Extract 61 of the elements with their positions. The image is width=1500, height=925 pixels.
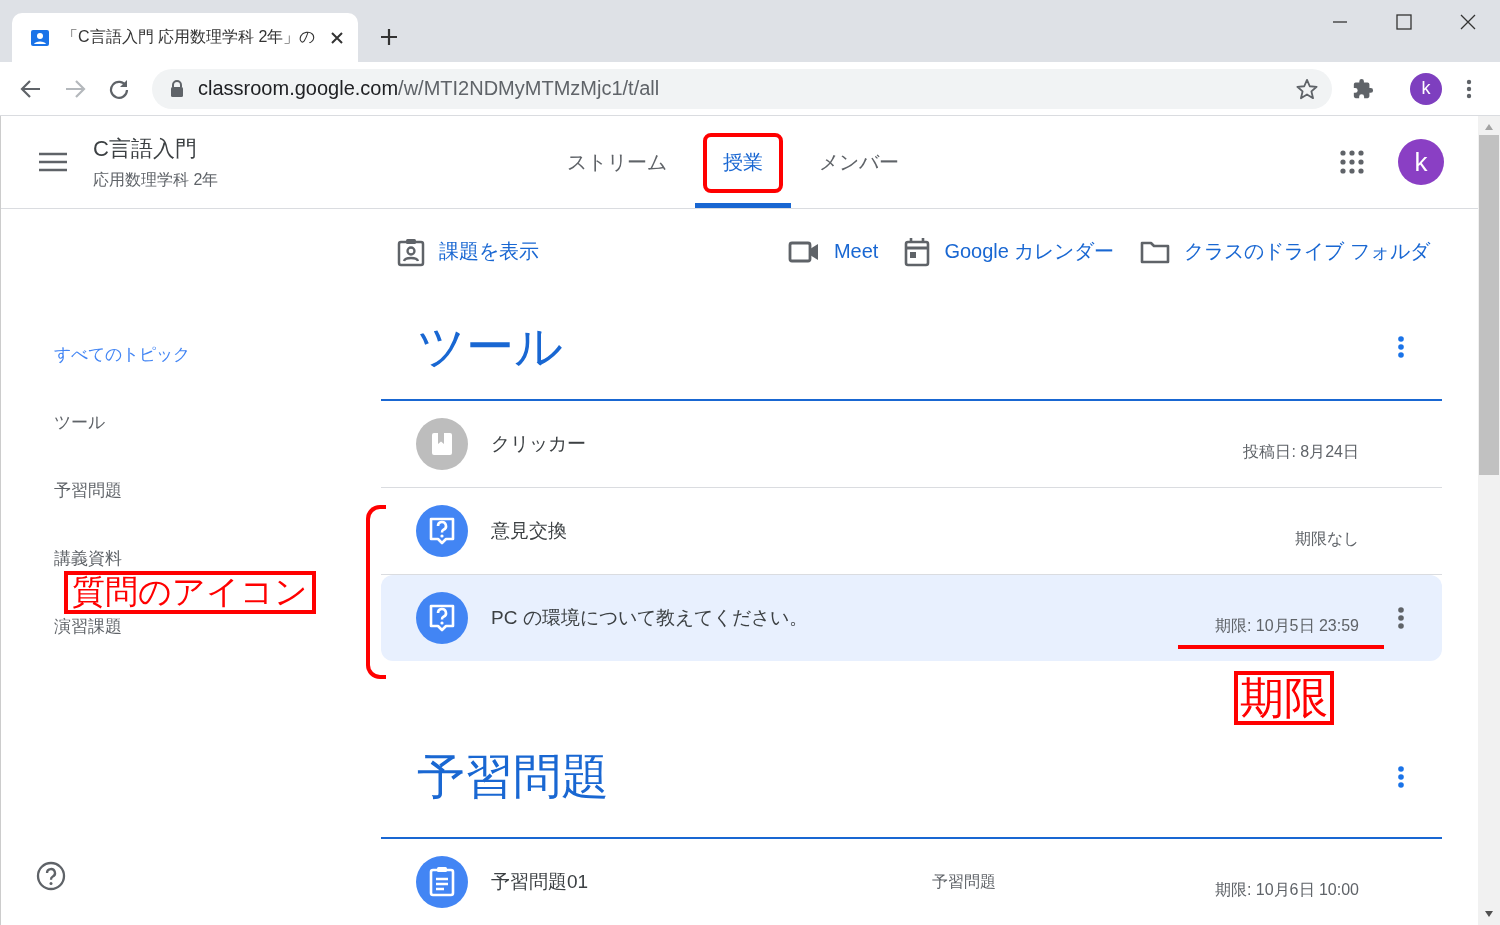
callout-label: 質問のアイコン xyxy=(64,571,316,614)
menu-icon[interactable] xyxy=(39,152,67,172)
address-bar[interactable]: classroom.google.com/w/MTI2NDMyMTMzMjc1/t/all xyxy=(152,68,1332,109)
item-title: クリッカー xyxy=(491,432,587,456)
item-date: 期限なし xyxy=(1294,528,1360,549)
profile-avatar[interactable]: k xyxy=(1410,72,1442,105)
lock-icon xyxy=(170,80,184,97)
star-icon[interactable] xyxy=(1296,77,1318,100)
folder-icon xyxy=(1140,239,1171,264)
calendar-icon xyxy=(904,236,931,267)
classwork-item[interactable]: 予習問題01 予習問題 期限: 10月6日 10:00 xyxy=(381,839,1442,925)
new-tab-icon[interactable] xyxy=(380,28,398,46)
item-topic: 予習問題 xyxy=(932,871,996,892)
material-icon xyxy=(416,418,468,470)
assignment-icon xyxy=(416,856,468,908)
back-icon[interactable] xyxy=(20,77,42,100)
menu-icon[interactable] xyxy=(1466,78,1472,99)
item-title: PC の環境について教えてください。 xyxy=(491,606,809,630)
item-title: 予習問題01 xyxy=(491,870,590,894)
topic-heading: 予習問題 xyxy=(417,749,610,805)
item-date: 期限: 10月6日 10:00 xyxy=(1213,879,1360,900)
toolbar-link[interactable]: Meet xyxy=(787,240,879,263)
scroll-down-icon[interactable] xyxy=(1484,910,1494,918)
close-icon[interactable] xyxy=(1460,14,1476,30)
topic-link[interactable]: 講義資料 xyxy=(54,548,122,570)
topic-link[interactable]: 予習問題 xyxy=(54,480,122,502)
toolbar-link[interactable]: Google カレンダー xyxy=(904,236,1115,267)
more-icon[interactable] xyxy=(1398,766,1404,788)
close-icon[interactable] xyxy=(330,30,344,45)
nav-tab[interactable]: メンバー xyxy=(791,121,927,208)
puzzle-icon[interactable] xyxy=(1352,77,1374,100)
browser-tab[interactable]: 「C言語入門 応用数理学科 2年」の xyxy=(12,13,358,62)
item-title: 意見交換 xyxy=(491,519,568,543)
scrollbar-thumb[interactable] xyxy=(1479,135,1499,475)
toolbar-link[interactable]: クラスのドライブ フォルダ xyxy=(1140,238,1430,265)
classwork-item[interactable]: PC の環境について教えてください。 期限: 10月5日 23:59 xyxy=(381,575,1442,661)
question-icon xyxy=(416,592,468,644)
item-date: 期限: 10月5日 23:59 xyxy=(1178,601,1384,649)
more-icon[interactable] xyxy=(1398,335,1404,358)
user-avatar[interactable]: k xyxy=(1398,139,1444,185)
maximize-icon[interactable] xyxy=(1396,14,1412,30)
item-date: 投稿日: 8月24日 xyxy=(1242,441,1360,462)
topic-heading: ツール xyxy=(417,318,564,375)
class-name: C言語入門 xyxy=(93,134,198,163)
nav-tab[interactable]: ストリーム xyxy=(539,121,695,208)
classwork-item[interactable]: クリッカー 投稿日: 8月24日 xyxy=(381,401,1442,488)
topic-link[interactable]: ツール xyxy=(54,412,105,434)
help-icon[interactable] xyxy=(36,861,66,891)
apps-icon[interactable] xyxy=(1340,150,1364,174)
url-text: classroom.google.com/w/MTI2NDMyMTMzMjc1/t/all xyxy=(198,77,661,100)
class-section: 応用数理学科 2年 xyxy=(93,169,219,191)
assignment-icon xyxy=(397,236,425,267)
topic-link[interactable]: 演習課題 xyxy=(54,616,122,638)
more-icon[interactable] xyxy=(1398,607,1404,629)
video-camera-icon xyxy=(787,240,820,263)
classroom-icon xyxy=(30,27,50,48)
topic-link[interactable]: すべてのトピック xyxy=(54,344,190,366)
callout-label: 期限 xyxy=(1234,671,1334,726)
tab-title: 「C言語入門 応用数理学科 2年」の xyxy=(62,27,317,47)
toolbar-link[interactable]: 課題を表示 xyxy=(397,236,539,267)
question-icon xyxy=(416,505,468,557)
